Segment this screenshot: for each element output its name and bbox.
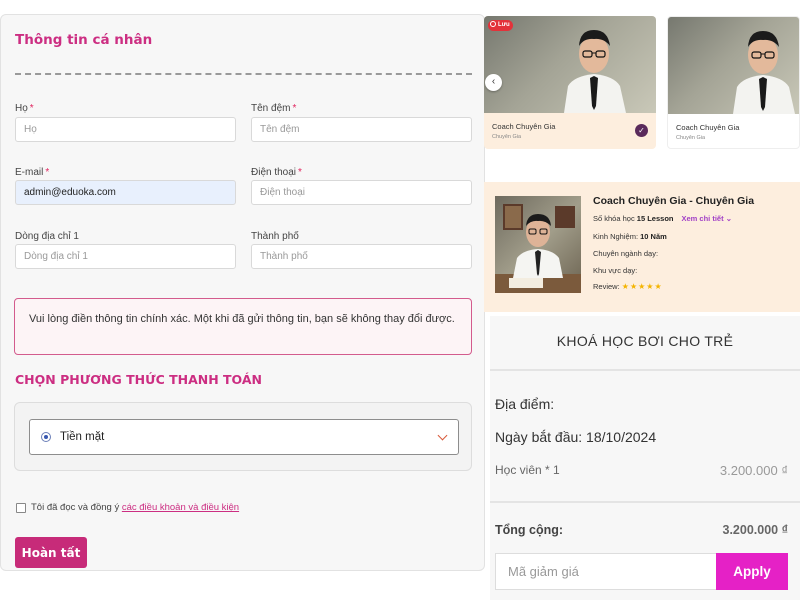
last-name-label: Họ * bbox=[15, 103, 34, 114]
address-input[interactable]: Dòng địa chỉ 1 bbox=[15, 244, 236, 269]
card-name: Coach Chuyên Gia bbox=[492, 122, 556, 131]
summary-divider bbox=[490, 501, 800, 503]
middle-name-label: Tên đệm * bbox=[251, 103, 297, 114]
terms-link[interactable]: các điều khoản và điều kiện bbox=[122, 502, 239, 513]
person-photo-icon bbox=[495, 204, 581, 293]
student-label: Học viên * 1 bbox=[495, 463, 560, 477]
coach-detail: Coach Chuyên Gia - Chuyên Gia Số khóa họ… bbox=[484, 182, 800, 312]
total-label: Tổng cộng: bbox=[495, 523, 564, 537]
total-value: 3.200.000 ₫ bbox=[722, 523, 789, 537]
middle-name-input[interactable]: Tên đệm bbox=[251, 117, 472, 142]
email-field[interactable]: admin@eduoka.com bbox=[15, 180, 236, 205]
person-photo-icon bbox=[564, 30, 626, 113]
area-row: Khu vực dạy: bbox=[593, 266, 638, 275]
coach-detail-title: Coach Chuyên Gia - Chuyên Gia bbox=[593, 195, 755, 207]
student-price: 3.200.000 ₫ bbox=[719, 463, 788, 478]
coach-photo: Lưu bbox=[484, 16, 656, 113]
order-summary: KHOÁ HỌC BƠI CHO TRẺ Địa điểm: Ngày bắt … bbox=[490, 316, 800, 600]
card-subtitle: Chuyên Gia bbox=[676, 135, 706, 141]
start-date-label: Ngày bắt đầu: 18/10/2024 bbox=[495, 429, 657, 445]
payment-method-title: CHỌN PHƯƠNG THỨC THANH TOÁN bbox=[15, 372, 262, 387]
card-name: Coach Chuyên Gia bbox=[676, 123, 740, 132]
course-title: KHOÁ HỌC BƠI CHO TRẺ bbox=[490, 316, 800, 371]
courses-row: Số khóa học 15 Lesson Xem chi tiết ⌄ bbox=[593, 214, 732, 223]
check-selected-icon: ✓ bbox=[635, 124, 648, 137]
submit-button[interactable]: Hoàn tất bbox=[15, 537, 87, 568]
card-subtitle: Chuyên Gia bbox=[492, 134, 522, 140]
review-row: Review: ★★★★★ bbox=[593, 282, 663, 291]
carousel-prev-icon[interactable]: ‹ bbox=[485, 74, 502, 91]
coach-card[interactable]: Coach Chuyên Gia Chuyên Gia bbox=[667, 16, 800, 149]
chevron-down-icon bbox=[437, 430, 448, 441]
chevron-down-icon: ⌄ bbox=[725, 214, 732, 223]
last-name-input[interactable]: Họ bbox=[15, 117, 236, 142]
location-label: Địa điểm: bbox=[495, 396, 555, 412]
phone-label: Điện thoại * bbox=[251, 167, 302, 178]
phone-input[interactable]: Điện thoại bbox=[251, 180, 472, 205]
person-photo-icon bbox=[733, 31, 795, 114]
see-more-link[interactable]: Xem chi tiết ⌄ bbox=[681, 214, 732, 223]
rating-stars-icon: ★★★★★ bbox=[621, 282, 663, 291]
payment-option-label: Tiền mặt bbox=[60, 431, 105, 443]
radio-selected-icon[interactable] bbox=[41, 432, 51, 442]
coach-card[interactable]: Lưu Coach Chuyên Gia Chuyên Gia ✓ bbox=[484, 16, 656, 149]
save-badge[interactable]: Lưu bbox=[488, 20, 513, 31]
personal-info-form: Thông tin cá nhân Họ * Họ Tên đệm * Tên đệ… bbox=[0, 14, 485, 571]
form-title: Thông tin cá nhân bbox=[15, 32, 153, 48]
email-label: E-mail * bbox=[15, 167, 50, 178]
payment-method-select[interactable]: Tiền mặt bbox=[29, 419, 459, 455]
coach-photo bbox=[668, 17, 799, 114]
pinterest-icon bbox=[490, 20, 496, 27]
city-input[interactable]: Thành phố bbox=[251, 244, 472, 269]
city-label: Thành phố bbox=[251, 231, 299, 242]
specialty-row: Chuyên ngành dạy: bbox=[593, 249, 659, 258]
coach-detail-photo bbox=[495, 196, 581, 293]
terms-text: Tôi đã đọc và đồng ý các điều khoản và đ… bbox=[31, 502, 240, 513]
payment-box: Tiền mặt bbox=[14, 402, 472, 471]
terms-checkbox[interactable] bbox=[16, 503, 26, 513]
coupon-input[interactable]: Mã giảm giá bbox=[495, 553, 716, 590]
dashed-divider bbox=[15, 73, 472, 75]
address-label: Dòng địa chỉ 1 bbox=[15, 231, 79, 242]
experience-row: Kinh Nghiệm: 10 Năm bbox=[593, 232, 667, 241]
notice-box: Vui lòng điền thông tin chính xác. Một k… bbox=[14, 298, 472, 355]
apply-coupon-button[interactable]: Apply bbox=[716, 553, 788, 590]
